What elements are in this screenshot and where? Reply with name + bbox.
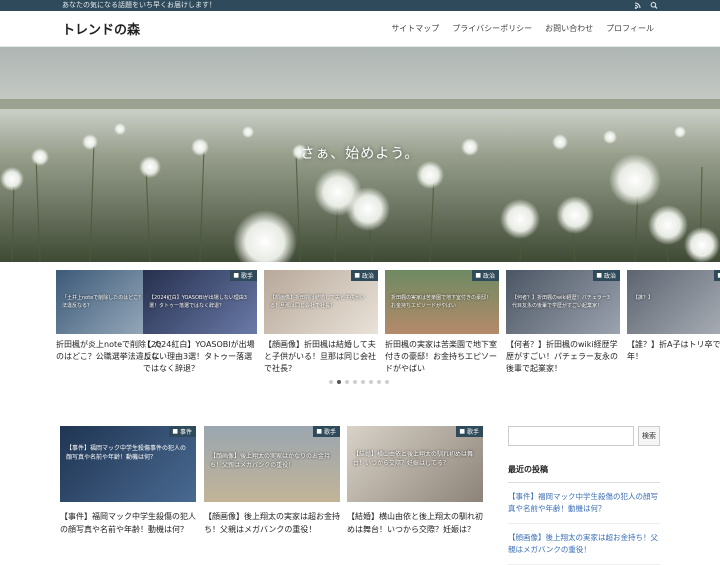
- carousel-dot[interactable]: [369, 380, 373, 384]
- recent-post-link[interactable]: 【顔画像】後上翔太の実家は超お金持ち！父親はメガバンクの重役！: [508, 524, 660, 565]
- search-button[interactable]: 検索: [638, 426, 660, 446]
- carousel-dot[interactable]: [385, 380, 389, 384]
- post-title[interactable]: 【結婚】横山由依と後上翔太の馴れ初めは舞台！いつから交際？妊娠は？: [347, 510, 483, 536]
- post-carousel[interactable]: ■政治 「土井上noteで削除したのはどこ？公職選挙法違反なる？ 折田楓が炎上n…: [56, 270, 720, 374]
- carousel-slide[interactable]: ■政治 【誰？】 【誰？】折A子はトリ卒で同年！: [627, 270, 720, 374]
- post-list: ■ 事件 【事件】福岡マック中学生殺傷事件の犯人の顔写真や名前や年齢！動機は何？ …: [60, 426, 484, 540]
- carousel-dot[interactable]: [377, 380, 381, 384]
- category-badge: ■政治: [714, 270, 720, 281]
- slide-thumbnail[interactable]: ■ 政治 【顔画像】折田楓は結婚して夫と子供がいる！旦那は同じ会社で社長？: [264, 270, 378, 334]
- category-badge: ■ 歌手: [456, 426, 483, 437]
- post-thumbnail[interactable]: ■ 事件 【事件】福岡マック中学生殺傷事件の犯人の顔写真や名前や年齢！動機は何？: [60, 426, 196, 502]
- site-tagline: あなたの気になる話題をいち早くお届けします！: [62, 1, 216, 9]
- folder-icon: ■: [172, 428, 178, 435]
- search-icon[interactable]: [650, 0, 658, 11]
- slide-title[interactable]: 【顔画像】折田楓は結婚して夫と子供がいる！旦那は同じ会社で社長？: [264, 339, 378, 374]
- hero-image: さぁ、始めよう。: [0, 47, 720, 262]
- recent-posts-heading: 最近の投稿: [508, 464, 660, 483]
- post-title[interactable]: 【顔画像】後上翔太の実家は超お金持ち！父親はメガバンクの重役！: [204, 510, 340, 536]
- global-nav: サイトマップ プライバシーポリシー お問い合わせ プロフィール: [391, 23, 654, 34]
- slide-thumbnail[interactable]: ■ 政治 【何者？】折田楓のwiki経歴！パチェラー3代目友永の後輩で学歴がすごい…: [506, 270, 620, 334]
- post-title[interactable]: 【事件】福岡マック中学生殺傷の犯人の顔写真や名前や年齢！動機は何？: [60, 510, 196, 536]
- post-card[interactable]: ■ 事件 【事件】福岡マック中学生殺傷事件の犯人の顔写真や名前や年齢！動機は何？ …: [60, 426, 196, 536]
- category-badge: ■政治: [472, 270, 499, 281]
- carousel-dot[interactable]: [337, 380, 341, 384]
- carousel-slide[interactable]: ■ 歌手 【2024紅白】YOASOBIが出場しない理由3選！タトゥー落選ではなく…: [143, 270, 257, 374]
- hero-catchphrase: さぁ、始めよう。: [300, 146, 420, 162]
- slide-thumbnail-text: 【誰？】: [633, 295, 654, 301]
- post-thumbnail-text: 【顔画像】後上翔太の実家はかなりのお金持ち！父親はメガバンクの重役！: [210, 453, 331, 469]
- carousel-slide[interactable]: ■ 政治 【何者？】折田楓のwiki経歴！パチェラー3代目友永の後輩で学歴がすごい…: [506, 270, 620, 374]
- nav-contact[interactable]: お問い合わせ: [545, 23, 593, 34]
- carousel-dot[interactable]: [329, 380, 333, 384]
- carousel-pagination: [329, 380, 389, 384]
- post-card[interactable]: ■ 歌手 【顔画像】後上翔太の実家はかなりのお金持ち！父親はメガバンクの重役！ 【…: [204, 426, 340, 536]
- slide-title[interactable]: 折田楓の実家は苦楽園で地下室付きの豪邸！お金持ちエピソードがやばい: [385, 339, 499, 374]
- slide-thumbnail[interactable]: ■政治 【誰？】: [627, 270, 720, 334]
- carousel-dot[interactable]: [353, 380, 357, 384]
- category-badge: ■ 歌手: [313, 426, 340, 437]
- folder-icon: ■: [475, 272, 481, 279]
- post-thumbnail-text: 【事件】福岡マック中学生殺傷事件の犯人の顔写真や名前や年齢！動機は何？: [66, 445, 187, 461]
- carousel-slide[interactable]: ■ 政治 折田楓の実家は苦楽園で地下室付きの豪邸！お金持ちエピソードがやばい 折田…: [385, 270, 499, 374]
- nav-privacy-policy[interactable]: プライバシーポリシー: [452, 23, 532, 34]
- slide-title[interactable]: 【何者？】折田楓のwiki経歴学歴がすごい！パチェラー友永の後輩で起業家！: [506, 339, 620, 374]
- post-thumbnail-text: 【結婚】横山由依と後上翔太の馴れ初めは舞台！いつから交際？妊娠はしてる？: [353, 451, 474, 467]
- category-badge: ■政治: [593, 270, 620, 281]
- slide-thumbnail-text: 【何者？】折田楓のwiki経歴！パチェラー3代目友永の後輩で学歴がすごい起業家！: [512, 295, 610, 309]
- search-input[interactable]: [508, 426, 634, 446]
- post-thumbnail[interactable]: ■ 歌手 【顔画像】後上翔太の実家はかなりのお金持ち！父親はメガバンクの重役！: [204, 426, 340, 502]
- search-form: 検索: [508, 426, 660, 446]
- rss-icon[interactable]: [634, 0, 642, 11]
- carousel-dot[interactable]: [361, 380, 365, 384]
- carousel-dot[interactable]: [345, 380, 349, 384]
- post-card[interactable]: ■ 歌手 【結婚】横山由依と後上翔太の馴れ初めは舞台！いつから交際？妊娠はしてる？…: [347, 426, 483, 536]
- folder-icon: ■: [233, 272, 239, 279]
- slide-thumbnail-text: 折田楓の実家は苦楽園で地下室付きの豪邸！お金持ちエピソードがやばい: [391, 295, 492, 309]
- slide-thumbnail[interactable]: ■ 歌手 【2024紅白】YOASOBIが出場しない理由3選！タトゥー落選ではなく…: [143, 270, 257, 334]
- folder-icon: ■: [596, 272, 602, 279]
- slide-title[interactable]: 【2024紅白】YOASOBIが出場しない理由3選！タトゥー落選ではなく辞退？: [143, 339, 257, 374]
- category-badge: ■ 事件: [169, 426, 196, 437]
- top-bar: あなたの気になる話題をいち早くお届けします！: [0, 0, 720, 11]
- post-thumbnail[interactable]: ■ 歌手 【結婚】横山由依と後上翔太の馴れ初めは舞台！いつから交際？妊娠はしてる？: [347, 426, 483, 502]
- slide-thumbnail-text: 【顔画像】折田楓は結婚して夫と子供がいる！旦那は同じ会社で社長？: [270, 295, 365, 309]
- slide-title[interactable]: 【誰？】折A子はトリ卒で同年！: [627, 339, 720, 374]
- recent-post-link[interactable]: 【事件】福岡マック中学生殺傷の犯人の顔写真や名前や年齢！動機は何？: [508, 483, 660, 524]
- nav-sitemap[interactable]: サイトマップ: [391, 23, 439, 34]
- nav-profile[interactable]: プロフィール: [606, 23, 654, 34]
- carousel-slide[interactable]: ■ 政治 【顔画像】折田楓は結婚して夫と子供がいる！旦那は同じ会社で社長？ 【顔画…: [264, 270, 378, 374]
- sidebar: 検索 最近の投稿 【事件】福岡マック中学生殺傷の犯人の顔写真や名前や年齢！動機は…: [508, 426, 660, 565]
- slide-thumbnail[interactable]: ■ 政治 折田楓の実家は苦楽園で地下室付きの豪邸！お金持ちエピソードがやばい: [385, 270, 499, 334]
- folder-icon: ■: [459, 428, 465, 435]
- folder-icon: ■: [316, 428, 322, 435]
- recent-posts-list: 【事件】福岡マック中学生殺傷の犯人の顔写真や名前や年齢！動機は何？ 【顔画像】後…: [508, 483, 660, 565]
- category-badge: ■ 歌手: [230, 270, 257, 281]
- site-header: トレンドの森 サイトマップ プライバシーポリシー お問い合わせ プロフィール: [0, 11, 720, 47]
- site-logo[interactable]: トレンドの森: [62, 19, 140, 38]
- folder-icon: ■: [354, 272, 360, 279]
- slide-thumbnail-text: 【2024紅白】YOASOBIが出場しない理由3選！タトゥー落選ではなく辞退？: [149, 295, 247, 309]
- category-badge: ■政治: [351, 270, 378, 281]
